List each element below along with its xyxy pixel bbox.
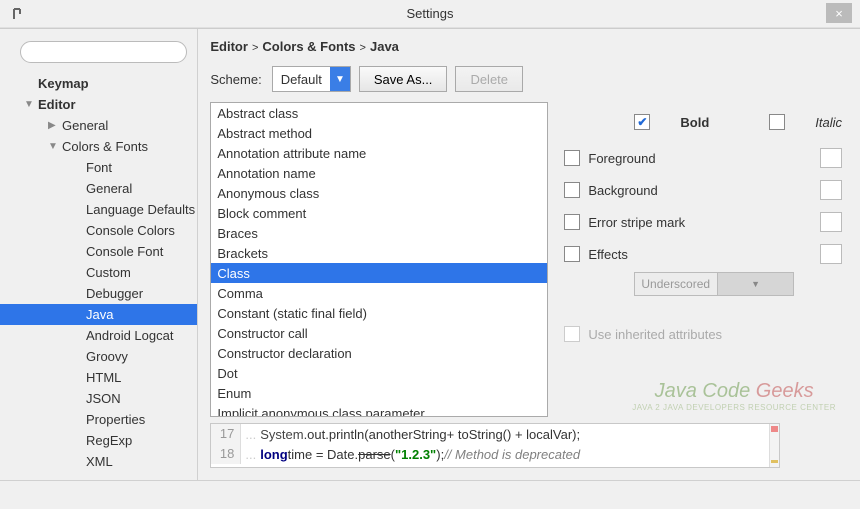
tree-item[interactable]: HTML	[0, 367, 197, 388]
effects-checkbox[interactable]	[564, 246, 580, 262]
footer	[0, 480, 860, 508]
italic-checkbox[interactable]	[769, 114, 785, 130]
bold-checkbox[interactable]	[634, 114, 650, 130]
attribute-item[interactable]: Brackets	[211, 243, 547, 263]
tree-item-label: General	[86, 181, 132, 196]
attribute-item[interactable]: Abstract method	[211, 123, 547, 143]
sidebar: Keymap▼Editor▶General▼Colors & FontsFont…	[0, 29, 198, 480]
tree-item[interactable]: XML	[0, 451, 197, 472]
error-stripe-checkbox[interactable]	[564, 214, 580, 230]
attribute-list[interactable]: Abstract classAbstract methodAnnotation …	[210, 102, 548, 417]
tree-item-label: Groovy	[86, 349, 128, 364]
tree-item[interactable]: Font	[0, 157, 197, 178]
tree-item[interactable]: Java	[0, 304, 197, 325]
inherit-label: Use inherited attributes	[588, 327, 722, 342]
close-icon[interactable]: ×	[826, 3, 852, 23]
attribute-item[interactable]: Class	[211, 263, 547, 283]
tree-item-label: Console Colors	[86, 223, 175, 238]
tree-item[interactable]: Keymap	[0, 73, 197, 94]
background-swatch[interactable]	[820, 180, 842, 200]
delete-button[interactable]: Delete	[455, 66, 523, 92]
background-checkbox[interactable]	[564, 182, 580, 198]
tree-item-label: HTML	[86, 370, 121, 385]
tree-item[interactable]: ▶General	[0, 115, 197, 136]
breadcrumb: Editor>Colors & Fonts>Java	[210, 39, 846, 54]
tree-item-label: Colors & Fonts	[62, 139, 148, 154]
effects-swatch[interactable]	[820, 244, 842, 264]
error-stripe-bar[interactable]	[769, 424, 779, 467]
chevron-down-icon: ▼	[717, 273, 794, 295]
attribute-item[interactable]: Braces	[211, 223, 547, 243]
tree-item[interactable]: ▼Editor	[0, 94, 197, 115]
tree-item-label: Android Logcat	[86, 328, 173, 343]
tree-item[interactable]: RegExp	[0, 430, 197, 451]
effect-type-select[interactable]: Underscored ▼	[634, 272, 794, 296]
bold-label: Bold	[680, 115, 709, 130]
settings-tree: Keymap▼Editor▶General▼Colors & FontsFont…	[0, 71, 197, 480]
effects-label: Effects	[588, 247, 628, 262]
tree-item[interactable]: ▼Colors & Fonts	[0, 136, 197, 157]
attribute-item[interactable]: Dot	[211, 363, 547, 383]
tree-item-label: Custom	[86, 265, 131, 280]
tree-item-label: Debugger	[86, 286, 143, 301]
tree-item-label: JSON	[86, 391, 121, 406]
tree-item[interactable]: Properties	[0, 409, 197, 430]
tree-item-label: Java	[86, 307, 113, 322]
tree-item[interactable]: General	[0, 178, 197, 199]
tree-item-label: Editor	[38, 97, 76, 112]
tree-item[interactable]: JSON	[0, 388, 197, 409]
attribute-item[interactable]: Constructor declaration	[211, 343, 547, 363]
tree-item-label: Properties	[86, 412, 145, 427]
tree-item[interactable]: Language Defaults	[0, 199, 197, 220]
foreground-checkbox[interactable]	[564, 150, 580, 166]
attribute-item[interactable]: Comma	[211, 283, 547, 303]
tree-item[interactable]: Custom	[0, 262, 197, 283]
error-stripe-label: Error stripe mark	[588, 215, 685, 230]
attribute-item[interactable]: Constructor call	[211, 323, 547, 343]
italic-label: Italic	[815, 115, 842, 130]
tree-item[interactable]: Debugger	[0, 283, 197, 304]
attribute-item[interactable]: Abstract class	[211, 103, 547, 123]
attribute-item[interactable]: Constant (static final field)	[211, 303, 547, 323]
tree-caret-icon: ▼	[48, 141, 60, 152]
attribute-item[interactable]: Block comment	[211, 203, 547, 223]
code-preview: 17 ... System.out.println(anotherString …	[210, 423, 780, 468]
tree-item-label: RegExp	[86, 433, 132, 448]
tree-item-label: Console Font	[86, 244, 163, 259]
error-stripe-swatch[interactable]	[820, 212, 842, 232]
tree-caret-icon: ▶	[48, 120, 60, 131]
attribute-item[interactable]: Enum	[211, 383, 547, 403]
scheme-select[interactable]: Default ▼	[272, 66, 351, 92]
tree-item-label: Font	[86, 160, 112, 175]
scheme-label: Scheme:	[210, 72, 261, 87]
attribute-item[interactable]: Annotation attribute name	[211, 143, 547, 163]
save-as-button[interactable]: Save As...	[359, 66, 448, 92]
tree-item-label: General	[62, 118, 108, 133]
tree-item-label: Language Defaults	[86, 202, 195, 217]
tree-item-label: XML	[86, 454, 113, 469]
attribute-item[interactable]: Anonymous class	[211, 183, 547, 203]
attribute-item[interactable]: Implicit anonymous class parameter	[211, 403, 547, 417]
foreground-swatch[interactable]	[820, 148, 842, 168]
app-icon	[8, 4, 28, 24]
tree-item[interactable]: Console Font	[0, 241, 197, 262]
attribute-item[interactable]: Annotation name	[211, 163, 547, 183]
tree-item[interactable]: Android Logcat	[0, 325, 197, 346]
chevron-down-icon: ▼	[330, 67, 350, 91]
font-options-panel: Bold Italic Foreground Background	[560, 102, 846, 417]
tree-item-label: Keymap	[38, 76, 89, 91]
inherit-checkbox[interactable]	[564, 326, 580, 342]
search-input[interactable]	[20, 41, 187, 63]
tree-item[interactable]: Groovy	[0, 346, 197, 367]
background-label: Background	[588, 183, 657, 198]
tree-caret-icon: ▼	[24, 99, 36, 110]
tree-item[interactable]: Console Colors	[0, 220, 197, 241]
window-title: Settings	[407, 6, 454, 21]
foreground-label: Foreground	[588, 151, 655, 166]
